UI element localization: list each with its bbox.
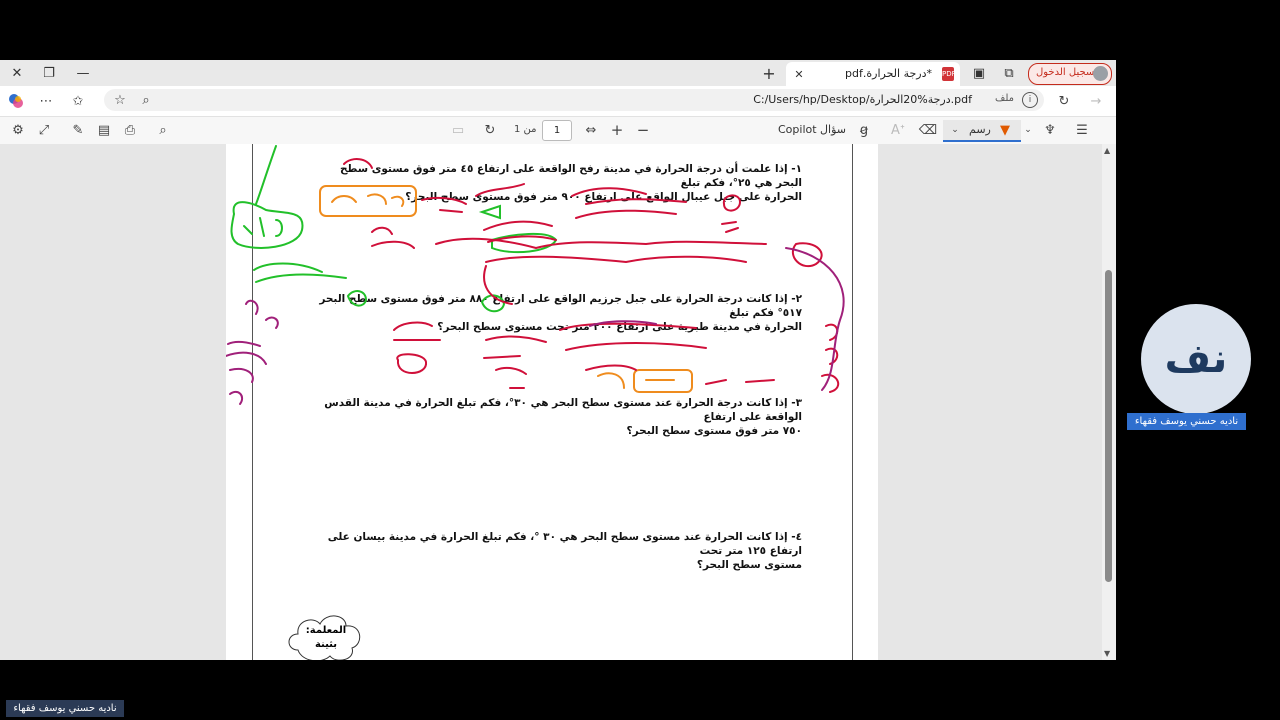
highlight-icon[interactable]: ♆ (1040, 120, 1060, 140)
more-options-icon[interactable]: ⋯ (36, 91, 56, 111)
scroll-up-icon[interactable]: ▲ (1104, 146, 1110, 155)
participant-initials: نف (1164, 336, 1228, 382)
address-row: ⋯ ✩ ☆ ⌕ C:/Users/hp/Desktop/درجة%20الحرا… (0, 86, 1116, 117)
annotate-icon[interactable]: ✎ (68, 120, 88, 140)
scroll-down-icon[interactable]: ▼ (1104, 649, 1110, 658)
contents-list-icon[interactable]: ☰ (1072, 120, 1092, 140)
participant-avatar: نف (1141, 304, 1251, 414)
copilot-icon[interactable] (6, 91, 26, 111)
text-icon[interactable]: Aᐩ (888, 120, 908, 140)
highlight-dropdown-icon[interactable]: ⌄ (1018, 120, 1038, 140)
chevron-down-icon: ⌄ (951, 125, 959, 135)
search-icon[interactable]: ⌕ (153, 120, 173, 140)
sign-in-label: تسجيل الدخول (1036, 67, 1098, 78)
settings-gear-icon[interactable]: ⚙ (8, 120, 28, 140)
sign-in-button[interactable]: تسجيل الدخول (1028, 63, 1112, 85)
close-window-icon[interactable]: ✕ (6, 63, 28, 83)
zoom-in-icon[interactable]: + (607, 120, 627, 140)
fullscreen-icon[interactable]: ⤢ (34, 120, 54, 140)
zoom-icon[interactable]: ⌕ (136, 90, 156, 110)
refresh-icon[interactable]: ↻ (1054, 91, 1074, 111)
forward-icon[interactable]: → (1086, 91, 1106, 111)
eraser-icon[interactable]: ⌫ (918, 120, 938, 140)
pdf-page: ١- إذا علمت أن درجة الحرارة في مدينة رفح… (226, 144, 878, 660)
tab-actions-icon[interactable]: ▣ (968, 63, 990, 83)
favorite-star-icon[interactable]: ☆ (110, 90, 130, 110)
new-tab-icon[interactable]: + (758, 63, 780, 83)
address-prefix: ملف (994, 93, 1014, 104)
save-icon[interactable]: ▤ (94, 120, 114, 140)
address-url: C:/Users/hp/Desktop/درجة%20الحرارة.pdf (753, 93, 972, 106)
rotate-icon[interactable]: ↻ (480, 120, 500, 140)
pdf-toolbar: ⚙ ⤢ ✎ ▤ ⎙ ⌕ ▭ ↻ من 1 1 ⇔ + − سؤال Copilo… (0, 117, 1116, 145)
tab-pdf[interactable]: ✕ *درجة الحرارة.pdf PDF (786, 62, 960, 86)
page-view-icon[interactable]: ▭ (448, 120, 468, 140)
draw-label: رسم (969, 123, 991, 136)
vertical-scrollbar[interactable]: ▲ ▼ (1102, 144, 1116, 660)
profile-avatar-icon (1093, 66, 1108, 81)
page-number-input[interactable]: 1 (542, 120, 572, 141)
info-icon[interactable]: i (1022, 92, 1038, 108)
browser-window: ✕ ❐ — + ✕ *درجة الحرارة.pdf PDF ▣ ⧉ تسجي… (0, 60, 1116, 660)
pdf-viewer[interactable]: ١- إذا علمت أن درجة الحرارة في مدينة رفح… (0, 144, 1102, 660)
pdf-file-icon: PDF (942, 67, 956, 81)
ink-annotations (226, 145, 845, 405)
address-bar[interactable]: ☆ ⌕ C:/Users/hp/Desktop/درجة%20الحرارة.p… (104, 89, 1044, 111)
favorites-icon[interactable]: ✩ (68, 91, 88, 111)
minimize-window-icon[interactable]: — (72, 63, 94, 83)
page-of-label: من 1 (514, 124, 537, 135)
tab-title: *درجة الحرارة.pdf (845, 67, 932, 80)
read-aloud-icon[interactable]: ꞡ (854, 120, 874, 140)
ask-copilot-button[interactable]: سؤال Copilot (778, 123, 846, 136)
presenter-name-badge: ناديه حسني يوسف فقهاء (6, 700, 124, 717)
restore-window-icon[interactable]: ❐ (38, 63, 60, 83)
workspaces-icon[interactable]: ⧉ (998, 63, 1020, 83)
print-icon[interactable]: ⎙ (120, 120, 140, 140)
scrollbar-thumb[interactable] (1105, 270, 1112, 582)
fit-page-icon[interactable]: ⇔ (581, 120, 601, 140)
zoom-out-icon[interactable]: − (633, 120, 653, 140)
pen-icon: ▼ (1000, 122, 1010, 138)
draw-button[interactable]: ⌄ رسم ▼ (943, 120, 1021, 142)
close-tab-icon[interactable]: ✕ (790, 65, 808, 83)
title-bar: ✕ ❐ — + ✕ *درجة الحرارة.pdf PDF ▣ ⧉ تسجي… (0, 60, 1116, 86)
participant-name-badge: ناديه حسني يوسف فقهاء (1127, 413, 1246, 430)
